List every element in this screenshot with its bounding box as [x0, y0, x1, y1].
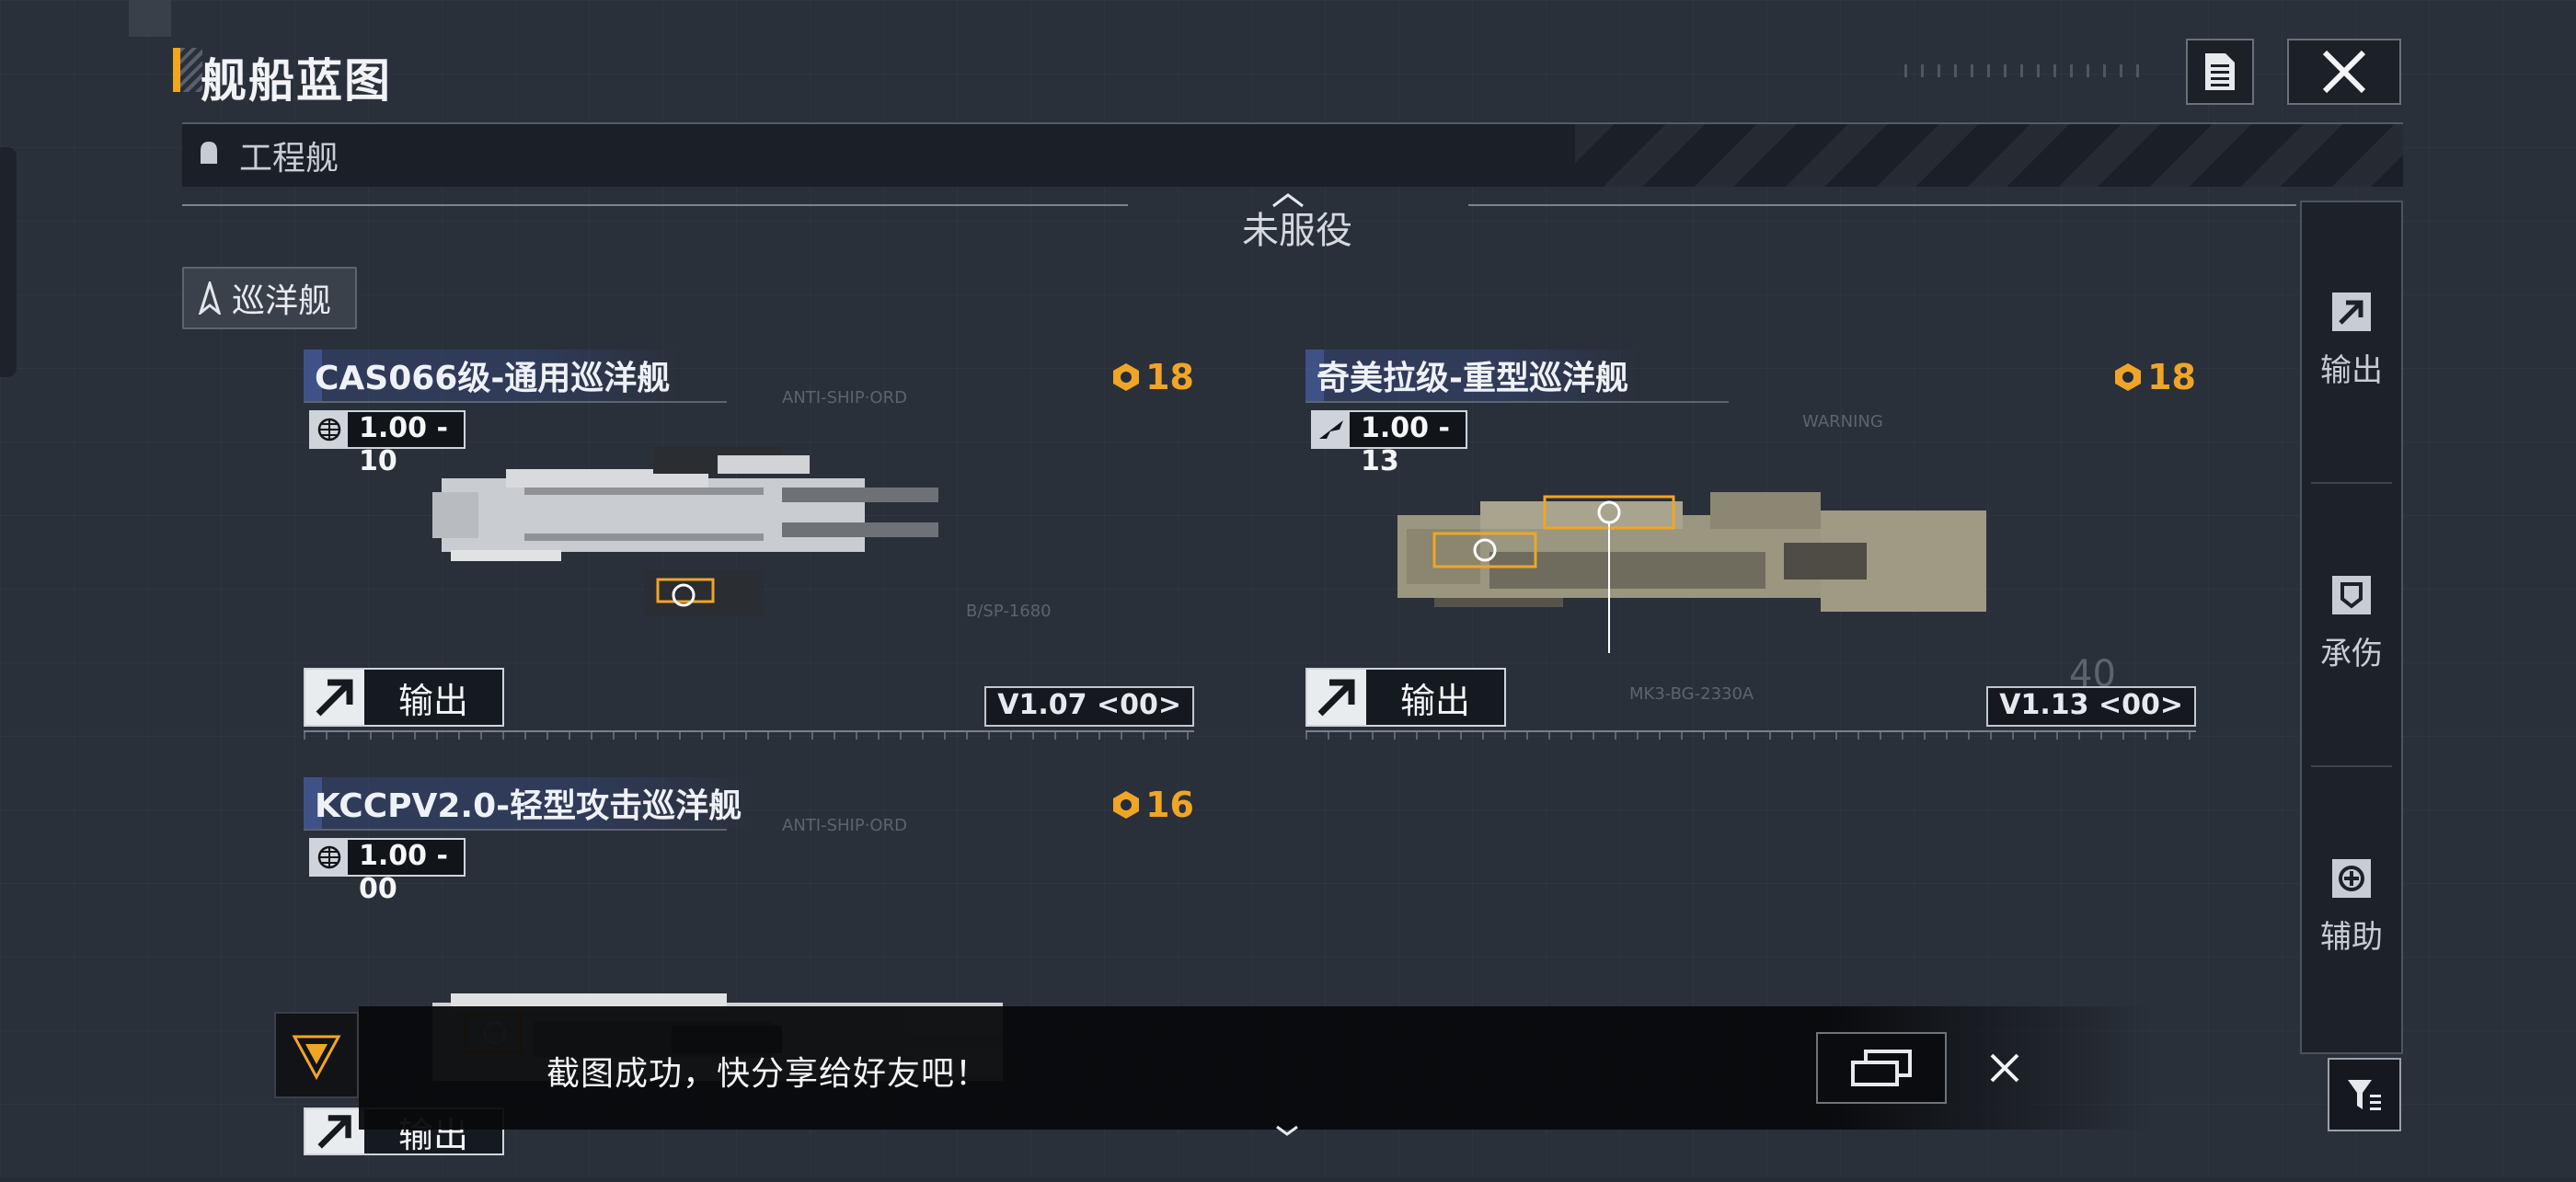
- blueprint-annotation: ANTI-SHIP·ORD: [782, 816, 907, 835]
- level-value: 18: [1145, 357, 1194, 397]
- filter-icon: [2348, 1080, 2381, 1110]
- level-badge-icon: [1113, 363, 1140, 391]
- ship-level: 16: [1110, 785, 1194, 825]
- ship-image: [1397, 492, 1986, 653]
- ship-level: 18: [2112, 357, 2196, 397]
- level-value: 16: [1145, 785, 1194, 825]
- ship-level: 18: [1110, 357, 1194, 397]
- output-arrow-icon: [2332, 292, 2371, 331]
- header-ticks: [1904, 64, 2144, 77]
- output-button[interactable]: 输出: [304, 668, 504, 727]
- share-button[interactable]: [1816, 1032, 1947, 1104]
- close-icon: [1990, 1053, 2019, 1083]
- shield-icon: [2332, 575, 2371, 614]
- blueprint-annotation: MK3-BG-2330A: [1629, 684, 1754, 704]
- status-label[interactable]: 未服役: [1242, 201, 1352, 254]
- tab-support[interactable]: 辅助: [2302, 769, 2401, 1045]
- ship-name: 奇美拉级-重型巡洋舰: [1305, 350, 1639, 401]
- toast-message: 截图成功，快分享给好友吧！: [546, 1055, 990, 1093]
- corner-decoration: [129, 0, 171, 37]
- tab-separator: [2311, 482, 2392, 484]
- tab-damage-taken[interactable]: 承伤: [2302, 486, 2401, 762]
- output-button[interactable]: 输出: [1305, 668, 1506, 727]
- globe-icon: [317, 418, 341, 442]
- close-button[interactable]: [2287, 39, 2401, 105]
- name-underline: [1305, 401, 1729, 403]
- chevron-down-icon[interactable]: [1273, 1124, 1301, 1137]
- output-arrow-icon: [316, 679, 353, 717]
- output-label: 输出: [364, 670, 502, 725]
- filter-button[interactable]: [2328, 1058, 2401, 1131]
- divider-right: [1468, 204, 2296, 206]
- category-label[interactable]: 工程舰: [239, 132, 339, 179]
- faction-icon: [1319, 420, 1343, 439]
- tab-label: 承伤: [2320, 635, 2383, 672]
- close-icon: [2322, 50, 2366, 94]
- name-underline: [304, 401, 727, 403]
- ship-name: KCCPV2.0-轻型攻击巡洋舰: [304, 777, 753, 829]
- page-title: 舰船蓝图: [201, 54, 392, 108]
- output-arrow-icon: [317, 1115, 351, 1149]
- version-label: V1.07 <00>: [984, 686, 1194, 727]
- level-badge-icon: [1113, 791, 1140, 819]
- category-icon: [201, 142, 217, 164]
- tab-label: 辅助: [2320, 918, 2383, 956]
- section-label: 巡洋舰: [232, 282, 332, 320]
- output-label: 输出: [1366, 670, 1504, 725]
- tab-label: 输出: [2320, 351, 2383, 389]
- ship-card[interactable]: CAS066级-通用巡洋舰 18 1.00 - 10 ANTI-SHIP·ORD…: [304, 350, 1194, 754]
- section-tag-cruiser[interactable]: 巡洋舰: [182, 267, 358, 329]
- output-arrow-icon: [1317, 679, 1355, 717]
- globe-icon: [317, 845, 341, 869]
- cruiser-class-icon: [198, 281, 222, 315]
- left-edge-handle[interactable]: [0, 147, 17, 377]
- blueprint-annotation: ANTI-SHIP·ORD: [782, 388, 907, 407]
- divider-left: [182, 204, 1128, 206]
- category-strip: [182, 122, 2403, 187]
- blueprint-ruler: [1305, 730, 2196, 751]
- level-value: 18: [2147, 357, 2196, 397]
- ship-name: CAS066级-通用巡洋舰: [304, 350, 682, 401]
- blueprint-ruler: [304, 730, 1194, 751]
- version-label: V1.13 <00>: [1986, 686, 2196, 727]
- ship-card[interactable]: 奇美拉级-重型巡洋舰 18 1.00 - 13 WARNING MK3-BG-2…: [1305, 350, 2196, 754]
- share-icon: [1851, 1050, 1912, 1086]
- toast-close-button[interactable]: [1982, 1045, 2028, 1091]
- ship-image: [432, 446, 938, 616]
- tab-output[interactable]: 输出: [2302, 202, 2401, 478]
- support-icon: [2332, 858, 2371, 898]
- blueprint-annotation: WARNING: [1802, 412, 1883, 431]
- triangle-emblem-icon: [292, 1035, 341, 1081]
- document-button[interactable]: [2186, 39, 2254, 105]
- document-icon: [2205, 53, 2235, 90]
- tab-separator: [2311, 765, 2392, 767]
- name-underline: [304, 829, 727, 831]
- title-accent-bar: [173, 48, 180, 92]
- level-badge-icon: [2115, 363, 2142, 391]
- blueprint-annotation: B/SP-1680: [966, 602, 1052, 621]
- title-stripes: [180, 48, 202, 92]
- toast-badge: [274, 1012, 359, 1098]
- side-tab-panel: 输出 承伤 辅助: [2300, 201, 2403, 1054]
